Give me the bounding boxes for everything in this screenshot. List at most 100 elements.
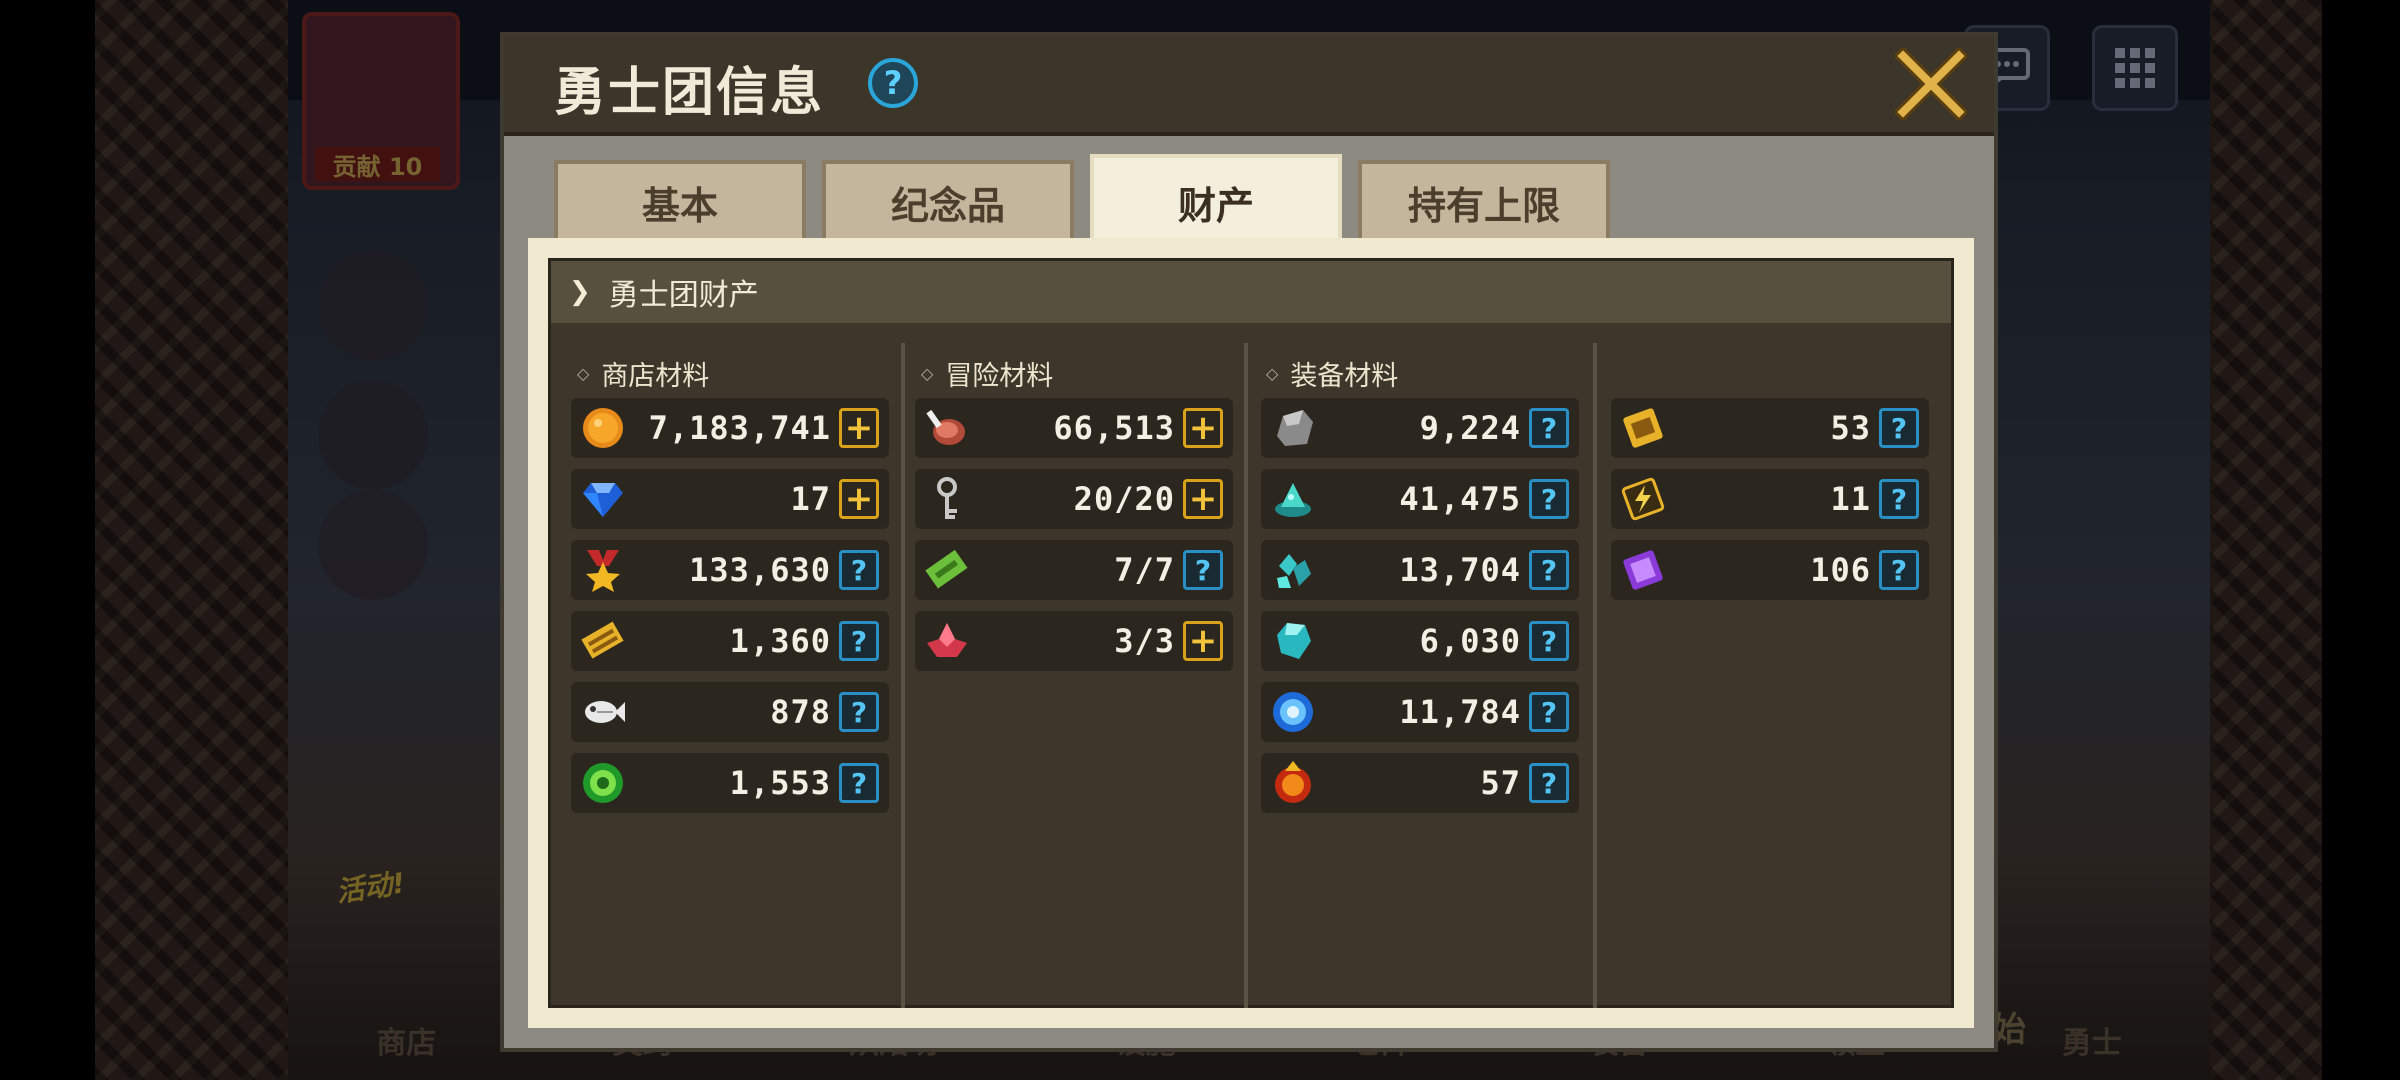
tab-souvenir[interactable]: 纪念品 [822, 160, 1074, 240]
red-crystal-icon [923, 617, 971, 665]
material-row: 878? [571, 682, 889, 742]
material-count: 106 [1810, 551, 1871, 589]
material-count: 11,784 [1399, 693, 1521, 731]
diamond-bullet-icon: ◇ [1266, 364, 1279, 383]
material-row: 11? [1611, 469, 1929, 529]
tab-holding-limit[interactable]: 持有上限 [1358, 160, 1610, 240]
adventure-materials-header: ◇ 冒险材料 [921, 361, 1054, 392]
info-button[interactable]: ? [1529, 621, 1569, 661]
info-button[interactable]: ? [1529, 692, 1569, 732]
fire-orb-icon [1269, 759, 1317, 807]
material-row: 41,475? [1261, 469, 1579, 529]
tab-property[interactable]: 财产 [1090, 154, 1342, 246]
material-count: 41,475 [1399, 480, 1521, 518]
material-row: 3/3 + [915, 611, 1233, 671]
info-button[interactable]: ? [1529, 550, 1569, 590]
section-title: 勇士团财产 [608, 278, 759, 313]
material-count: 7,183,741 [648, 409, 831, 447]
material-row: 6,030? [1261, 611, 1579, 671]
info-button[interactable]: ? [1183, 550, 1223, 590]
material-row: 20/20 + [915, 469, 1233, 529]
info-button[interactable]: ? [1529, 479, 1569, 519]
material-count: 1,360 [729, 622, 831, 660]
gold-ticket-icon [579, 617, 627, 665]
help-icon[interactable]: ? [868, 58, 918, 108]
material-row: 66,513 + [915, 398, 1233, 458]
material-count: 13,704 [1399, 551, 1521, 589]
material-row: 133,630? [571, 540, 889, 600]
material-count: 20/20 [1073, 480, 1175, 518]
teal-powder-icon [1269, 475, 1317, 523]
material-count: 133,630 [689, 551, 831, 589]
column-divider [901, 343, 905, 1008]
dialog-title-bar: 勇士团信息 ? [504, 36, 1994, 136]
info-button[interactable]: ? [839, 621, 879, 661]
material-row: 9,224? [1261, 398, 1579, 458]
property-panel-frame: ❯ 勇士团财产 ◇ 商店材料 ◇ 冒险材料 ◇ 装备材料 7,183,741 +1… [528, 238, 1974, 1028]
add-button[interactable]: + [1183, 479, 1223, 519]
key-icon [923, 475, 971, 523]
green-ticket-icon [923, 546, 971, 594]
material-count: 1,553 [729, 764, 831, 802]
add-button[interactable]: + [1183, 408, 1223, 448]
info-button[interactable]: ? [839, 692, 879, 732]
material-count: 3/3 [1114, 622, 1175, 660]
column-divider [1244, 343, 1248, 1008]
teal-gem-icon [1269, 617, 1317, 665]
material-row: 106? [1611, 540, 1929, 600]
lightning-card-icon [1619, 475, 1667, 523]
info-button[interactable]: ? [839, 763, 879, 803]
column-divider [1593, 343, 1597, 1008]
diamond-bullet-icon: ◇ [921, 364, 934, 383]
add-button[interactable]: + [839, 408, 879, 448]
info-button[interactable]: ? [1879, 479, 1919, 519]
close-button[interactable] [1891, 44, 1971, 124]
material-row: 17 + [571, 469, 889, 529]
material-row: 1,360? [571, 611, 889, 671]
blue-diamond-icon [579, 475, 627, 523]
equipment-materials-header: ◇ 装备材料 [1266, 361, 1399, 392]
close-icon [1895, 48, 1967, 120]
meat-icon [923, 404, 971, 452]
material-count: 11 [1830, 480, 1871, 518]
add-button[interactable]: + [1183, 621, 1223, 661]
material-count: 17 [790, 480, 831, 518]
gold-card-icon [1619, 404, 1667, 452]
add-button[interactable]: + [839, 479, 879, 519]
dialog-title: 勇士团信息 [554, 63, 825, 123]
material-count: 7/7 [1114, 551, 1175, 589]
property-panel: ❯ 勇士团财产 ◇ 商店材料 ◇ 冒险材料 ◇ 装备材料 7,183,741 +1… [548, 258, 1954, 1008]
gold-coin-icon [579, 404, 627, 452]
material-row: 7,183,741 + [571, 398, 889, 458]
fish-bone-icon [579, 688, 627, 736]
material-row: 57? [1261, 753, 1579, 813]
material-count: 6,030 [1419, 622, 1521, 660]
blue-orb-icon [1269, 688, 1317, 736]
medal-star-icon [579, 546, 627, 594]
guild-info-dialog: 勇士团信息 ? 基本 纪念品 财产 持有上限 ❯ 勇士团财产 ◇ 商店材料 ◇ … [500, 32, 1998, 1052]
material-row: 13,704? [1261, 540, 1579, 600]
material-row: 53? [1611, 398, 1929, 458]
material-count: 57 [1480, 764, 1521, 802]
info-button[interactable]: ? [1529, 763, 1569, 803]
info-button[interactable]: ? [1879, 408, 1919, 448]
diamond-bullet-icon: ◇ [577, 364, 590, 383]
teal-shards-icon [1269, 546, 1317, 594]
info-button[interactable]: ? [839, 550, 879, 590]
purple-card-icon [1619, 546, 1667, 594]
section-header: ❯ 勇士团财产 [551, 261, 1951, 323]
chevron-right-icon: ❯ [569, 277, 591, 307]
stone-icon [1269, 404, 1317, 452]
shop-materials-header: ◇ 商店材料 [577, 361, 710, 392]
material-row: 7/7? [915, 540, 1233, 600]
material-count: 66,513 [1053, 409, 1175, 447]
material-count: 9,224 [1419, 409, 1521, 447]
material-count: 53 [1830, 409, 1871, 447]
material-row: 1,553? [571, 753, 889, 813]
material-row: 11,784? [1261, 682, 1579, 742]
info-button[interactable]: ? [1529, 408, 1569, 448]
tab-basic[interactable]: 基本 [554, 160, 806, 240]
material-count: 878 [770, 693, 831, 731]
green-orb-icon [579, 759, 627, 807]
info-button[interactable]: ? [1879, 550, 1919, 590]
